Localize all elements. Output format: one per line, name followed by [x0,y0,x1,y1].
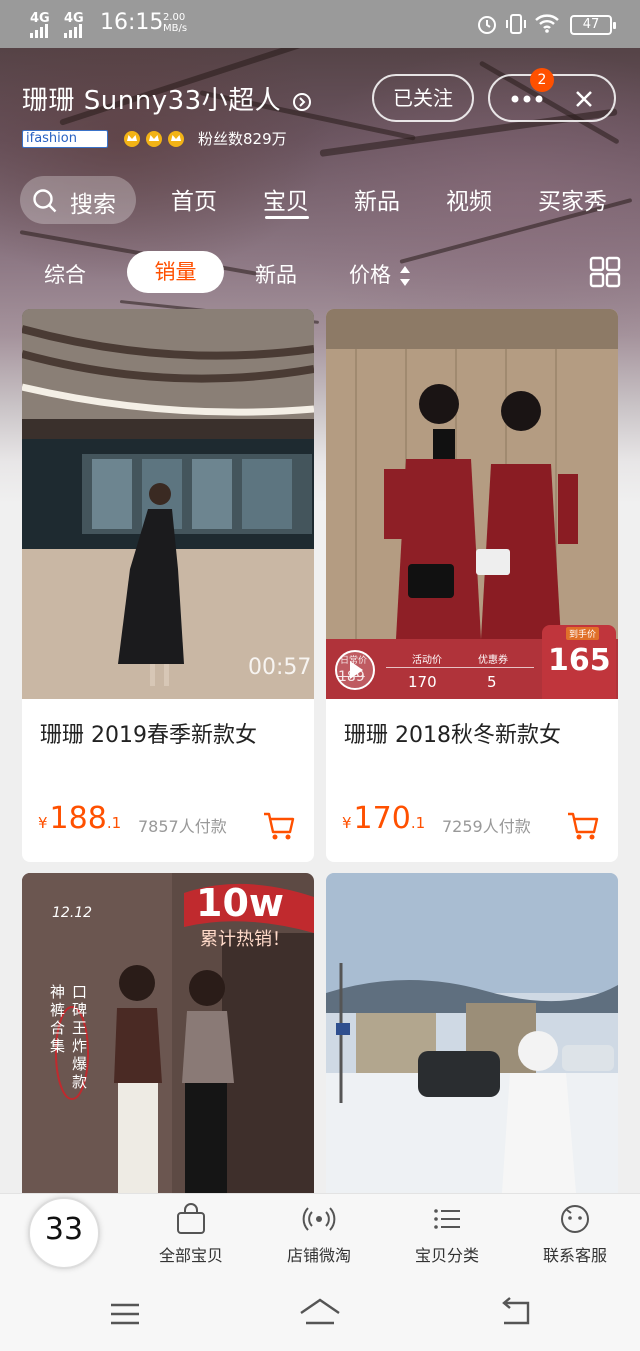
sort-comprehensive[interactable]: 综合 [44,259,86,289]
product-card[interactable]: 00:57 珊珊 2019春季新款女 ¥188.1 7857人付款 [22,309,314,862]
sold-count: 7857人付款 [138,817,227,836]
product-price: ¥188.1 [38,801,122,836]
ifashion-badge: ifashion [22,130,108,148]
alarm-icon [478,16,496,34]
vertical-text: 口碑王炸爆款 [72,983,88,1091]
product-price: ¥170.1 [342,801,426,836]
product-image [22,309,314,699]
clock: 16:15 [100,10,164,35]
signal-icon-2 [64,22,82,38]
tab-buyer-show[interactable]: 买家秀 [538,182,607,216]
battery-indicator: 47 [570,15,616,35]
cart-icon[interactable] [262,809,296,843]
more-icon[interactable] [510,94,544,104]
notification-badge: 2 [530,68,554,92]
tab-items[interactable]: 宝贝 [263,182,309,216]
menu-icon[interactable] [108,1301,142,1327]
sold-count: 7259人付款 [442,817,531,836]
sort-price[interactable]: 价格 [349,259,412,289]
home-icon[interactable] [298,1297,342,1327]
shop-feed-button[interactable]: 店铺微淘 [264,1202,374,1266]
back-icon[interactable] [498,1297,532,1327]
product-title: 珊珊 2019春季新款女 [40,723,257,748]
product-card[interactable] [326,873,618,1193]
customer-service-button[interactable]: 联系客服 [520,1202,630,1266]
wifi-icon [535,14,559,33]
customer-service-icon [561,1205,589,1233]
list-icon [434,1209,460,1229]
sort-arrows-icon [399,266,410,286]
video-duration: 00:57 [248,655,312,680]
vertical-text: 神裤合集 [50,983,66,1055]
close-icon[interactable] [574,89,594,109]
shop-search-button[interactable]: 搜索 [20,176,136,224]
crown-icon [168,131,184,147]
event-date: 12.12 [52,905,93,921]
shop-name[interactable]: 珊珊 Sunny33小超人 [22,80,312,117]
product-image [326,873,618,1193]
fans-count: 粉丝数829万 [198,130,287,148]
tab-video[interactable]: 视频 [446,182,492,216]
all-items-button[interactable]: 全部宝贝 [136,1202,246,1266]
network-speed: 2.00 MB/s [163,12,188,34]
product-title: 珊珊 2018秋冬新款女 [344,723,561,748]
cart-icon[interactable] [566,809,600,843]
system-status-bar: 4G 4G 16:15 2.00 MB/s 47 [0,0,640,48]
system-navigation-bar [0,1281,640,1351]
sort-new[interactable]: 新品 [255,259,297,289]
crown-icon [124,131,140,147]
chevron-right-circle-icon [292,92,311,111]
categories-button[interactable]: 宝贝分类 [392,1202,502,1266]
active-tab-indicator [265,216,309,219]
product-card[interactable]: 日常价 189 活动价 170 优惠券 5 到手价 165 珊珊 2018秋冬新… [326,309,618,862]
sales-banner-sub: 累计热销！ [200,929,290,950]
shopping-bag-icon [177,1203,205,1234]
shop-logo[interactable]: 33 [28,1197,100,1269]
tab-home[interactable]: 首页 [171,182,217,216]
follow-button[interactable]: 已关注 [372,74,474,122]
broadcast-icon [302,1207,336,1231]
product-card[interactable]: 12.12 10w 累计热销！ 神裤合集 口碑王炸爆款 [22,873,314,1193]
vibrate-icon [506,14,526,34]
sort-sales[interactable]: 销量 [127,251,224,293]
sales-banner: 10w [196,881,284,925]
promo-price-banner: 日常价 189 活动价 170 优惠券 5 到手价 165 [326,625,618,699]
tab-new[interactable]: 新品 [354,182,400,216]
crown-icon [146,131,162,147]
signal-icon [30,22,48,38]
grid-view-icon[interactable] [589,256,621,288]
search-icon [33,189,57,213]
